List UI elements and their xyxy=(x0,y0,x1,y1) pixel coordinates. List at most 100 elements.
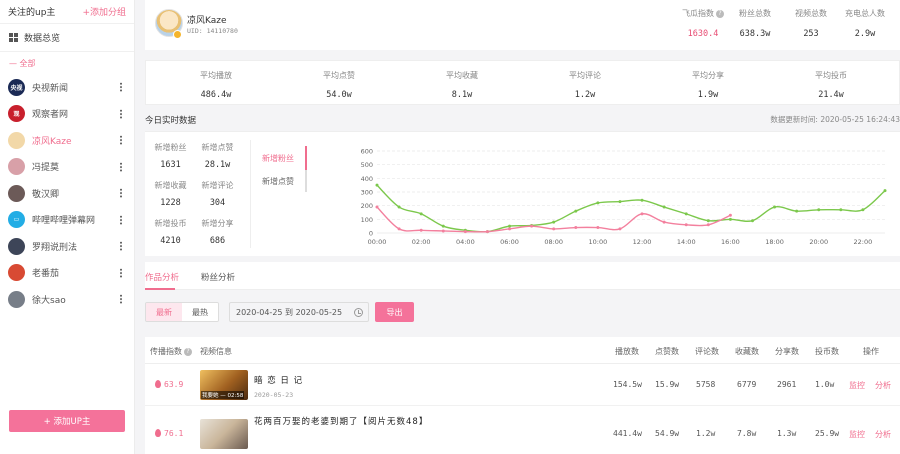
tab-new-fans[interactable]: 新增粉丝 xyxy=(262,153,294,164)
help-icon[interactable]: ? xyxy=(184,348,192,356)
video-title[interactable]: 暗 恋 日 记 xyxy=(254,374,303,386)
y-tick-label: 600 xyxy=(361,148,373,156)
date-range-picker[interactable]: 2020-04-25 到 2020-05-25 xyxy=(229,302,369,322)
rt-shares-label: 新增分享 xyxy=(201,219,234,228)
data-point xyxy=(375,205,379,209)
more-vertical-icon[interactable] xyxy=(120,161,122,172)
avatar: 观 xyxy=(8,105,25,123)
th-spread-index: 传播指数? xyxy=(150,346,192,357)
y-tick-label: 300 xyxy=(361,189,373,197)
y-tick-label: 400 xyxy=(361,175,373,183)
analyze-link[interactable]: 分析 xyxy=(875,380,891,391)
avg-fav-label: 平均收藏 xyxy=(446,71,478,80)
flame-icon xyxy=(155,380,161,388)
x-tick-label: 06:00 xyxy=(500,238,519,246)
video-thumbnail[interactable]: 我要她 — 02:58 xyxy=(200,370,248,400)
x-tick-label: 08:00 xyxy=(544,238,563,246)
x-tick-label: 10:00 xyxy=(589,238,608,246)
sidebar-item-overview[interactable]: 数据总览 xyxy=(0,24,134,52)
add-up-button[interactable]: + 添加UP主 xyxy=(9,410,125,432)
data-point xyxy=(750,219,754,223)
monitor-link[interactable]: 监控 xyxy=(849,429,865,440)
divider xyxy=(250,140,251,248)
x-tick-label: 18:00 xyxy=(765,238,784,246)
sidebar-item-up[interactable]: 老番茄 xyxy=(0,260,134,287)
sort-latest-button[interactable]: 最新 xyxy=(146,303,182,321)
data-point xyxy=(839,208,843,212)
rt-fans: 新增粉丝 1631 xyxy=(148,142,193,170)
video-title[interactable]: 花两百万娶的老婆到期了【阅片无数48】 xyxy=(254,415,428,427)
data-point xyxy=(662,205,666,209)
avg-play-value: 486.4w xyxy=(200,90,232,100)
table-row: 76.1 花两百万娶的老婆到期了【阅片无数48】 441.4w 54.9w 1.2w 7.… xyxy=(145,413,900,454)
more-vertical-icon[interactable] xyxy=(120,82,122,93)
sidebar-item-up[interactable]: 观观察者网 xyxy=(0,101,134,128)
sidebar-title: 关注的up主 xyxy=(8,8,56,18)
more-vertical-icon[interactable] xyxy=(120,267,122,278)
export-button[interactable]: 导出 xyxy=(375,302,414,322)
data-point xyxy=(728,217,732,221)
sidebar-item-up[interactable]: ▭ 哔哩哔哩弹幕网 xyxy=(0,207,134,234)
more-vertical-icon[interactable] xyxy=(120,241,122,252)
sidebar-item-label: 罗翔说刑法 xyxy=(32,242,78,253)
data-point xyxy=(684,223,688,227)
sidebar-list: 央视 央视新闻观观察者网 凉风Kaze 冯提莫 敬汉卿 ▭ 哔哩哔哩弹幕网罗翔说刑法老番茄徐… xyxy=(0,74,134,313)
more-vertical-icon[interactable] xyxy=(120,135,122,146)
grid-icon xyxy=(9,33,18,42)
data-point xyxy=(883,189,887,193)
th-video-info: 视频信息 xyxy=(200,347,232,356)
rt-coins-label: 新增投币 xyxy=(154,219,187,228)
avatar: ▭ xyxy=(8,211,25,229)
more-vertical-icon[interactable] xyxy=(120,188,122,199)
cell-shares: 1.3w xyxy=(777,429,797,438)
cell-likes: 54.9w xyxy=(655,429,680,438)
rt-favs: 新增收藏 1228 xyxy=(148,180,193,208)
data-point xyxy=(397,227,401,231)
sidebar-item-up[interactable]: 徐大sao xyxy=(0,286,134,313)
help-icon[interactable]: ? xyxy=(716,10,724,18)
sidebar-item-up[interactable]: 罗翔说刑法 xyxy=(0,233,134,260)
tab-indicator-inactive xyxy=(305,170,307,192)
sidebar-item-up[interactable]: 敬汉卿 xyxy=(0,180,134,207)
more-vertical-icon[interactable] xyxy=(120,214,122,225)
x-tick-label: 20:00 xyxy=(809,238,828,246)
analyze-link[interactable]: 分析 xyxy=(875,429,891,440)
tab-new-likes[interactable]: 新增点赞 xyxy=(262,176,294,187)
more-vertical-icon[interactable] xyxy=(120,108,122,119)
data-point xyxy=(441,224,445,228)
x-tick-label: 00:00 xyxy=(368,238,387,246)
avg-like-value: 54.0w xyxy=(326,90,352,100)
data-point xyxy=(530,224,534,228)
sidebar-item-up[interactable]: 央视 央视新闻 xyxy=(0,74,134,101)
tab-fans-analysis[interactable]: 粉丝分析 xyxy=(201,271,235,283)
th-comments: 评论数 xyxy=(695,347,719,356)
sort-hot-button[interactable]: 最热 xyxy=(182,303,218,321)
cell-coins: 1.0w xyxy=(815,380,835,389)
avg-share: 平均分享 1.9w xyxy=(663,70,753,100)
avg-play-label: 平均播放 xyxy=(200,71,232,80)
more-vertical-icon[interactable] xyxy=(120,294,122,305)
stat-chargers-value: 2.9w xyxy=(854,29,876,39)
stat-chargers-label: 充电总人数 xyxy=(845,9,885,18)
th-actions: 操作 xyxy=(863,347,879,356)
sidebar-item-label: 央视新闻 xyxy=(32,83,69,94)
data-point xyxy=(618,227,622,231)
data-point xyxy=(795,209,799,213)
sidebar-item-up[interactable]: 冯提莫 xyxy=(0,154,134,181)
x-tick-label: 12:00 xyxy=(633,238,652,246)
th-likes: 点赞数 xyxy=(655,347,679,356)
tab-works-analysis[interactable]: 作品分析 xyxy=(145,271,179,283)
realtime-line-chart: 0 100 200 300 400 500 600 00:00 02:00 04:00 06:00 0… xyxy=(361,148,887,246)
sidebar-item-up[interactable]: 凉风Kaze xyxy=(0,127,134,154)
spread-index: 76.1 xyxy=(155,429,183,438)
rt-shares: 新增分享 686 xyxy=(195,218,240,246)
sidebar-group-all[interactable]: — 全部 xyxy=(0,52,134,74)
sidebar-overview-label: 数据总览 xyxy=(24,34,61,44)
clock-icon xyxy=(354,308,363,317)
video-thumbnail[interactable] xyxy=(200,419,248,449)
data-point xyxy=(485,230,489,234)
add-group-link[interactable]: +添加分组 xyxy=(82,5,126,18)
monitor-link[interactable]: 监控 xyxy=(849,380,865,391)
stat-index-label: 飞瓜指数 xyxy=(682,9,714,18)
avatar xyxy=(8,290,25,308)
